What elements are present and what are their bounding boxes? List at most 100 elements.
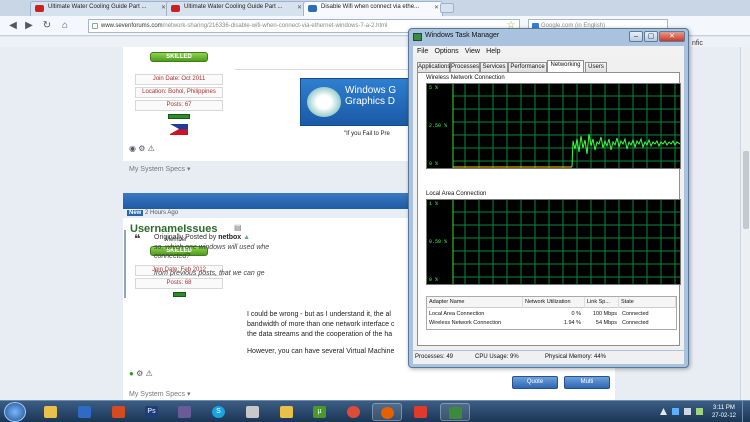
close-button[interactable]: ✕ [659,31,685,42]
sevenforums-favicon-icon [308,5,317,12]
taskbar-app-sound[interactable] [170,403,200,421]
taskbar-app-explorer[interactable] [36,403,66,421]
maximize-button[interactable]: ▢ [644,31,658,42]
adapter-state: Connected [622,311,649,317]
local-area-network-graph: 1 % 0.50 % 0 % [426,199,681,285]
post-text-line: I could be wrong - but as I understand i… [247,311,391,318]
advertisement-banner[interactable]: Windows G Graphics D [300,78,410,126]
network-tray-icon[interactable] [672,408,679,415]
column-adapter-name[interactable]: Adapter Name [427,297,523,308]
taskbar-app-utility[interactable] [104,403,134,421]
reload-icon[interactable]: ↻ [40,19,54,33]
show-desktop-button[interactable] [742,401,750,422]
reputation-icon[interactable]: ⚙ [138,144,145,153]
quote-author-name[interactable]: netbox [218,234,241,241]
adapter-utilization: 1.94 % [563,320,581,326]
axis-mid: 0.50 % [429,239,448,245]
clock-date: 27-02-12 [711,413,736,419]
system-specs-link[interactable]: My System Specs ▾ [129,165,190,173]
skype-icon: S [212,406,225,418]
post-status-icons: ◉ ⚙ ⚠ [129,144,155,153]
firefox-icon [381,407,394,419]
column-network-utilization[interactable]: Network Utilization [523,297,585,308]
view-post-icon[interactable]: ▲ [243,234,250,241]
clock-time: 3:11 PM [713,405,735,411]
graph-label-wireless: Wireless Network Connection [426,75,505,81]
new-post-badge: New [127,210,144,216]
join-date: Join Date: Oct 2011 [135,74,223,85]
system-specs-link[interactable]: My System Specs ▾ [129,390,190,398]
windows-logo-icon [307,87,341,117]
taskbar-app-explorer-2[interactable] [272,403,302,421]
scrollbar-thumb[interactable] [743,151,749,229]
downloader-icon [414,406,427,418]
taskbar-app-mail[interactable] [238,403,268,421]
folder-icon [280,406,293,418]
windows-taskbar: Ps S µ 3:11 PM 27-02-12 [0,400,750,422]
adapter-speed: 100 Mbps [592,311,617,317]
new-tab-button[interactable] [440,3,454,13]
taskbar-clock[interactable]: 3:11 PM 27-02-12 [712,404,736,420]
tab-label: Ultimate Water Cooling Guide Part ... [48,4,147,10]
multi-quote-button[interactable]: Multi [564,376,610,389]
axis-min: 0 % [429,161,439,167]
url-host: www.sevenforums.com [101,23,163,29]
task-manager-window[interactable]: Windows Task Manager – ▢ ✕ File Options … [408,28,689,368]
post-text-line: However, you can have several Virtual Ma… [247,348,395,355]
show-hidden-icons-icon[interactable] [660,408,667,415]
taskbar-app-photoshop[interactable]: Ps [137,403,167,421]
quote-line: from previous posts, that we can ge [154,270,265,277]
reputation-icon[interactable]: ⚙ [136,369,143,378]
column-link-speed[interactable]: Link Sp... [585,297,619,308]
quote-author: Originally Posted by netbox ▲ [154,234,251,241]
graph-label-lan: Local Area Connection [426,191,487,197]
online-status-icon: ● [129,369,134,378]
clipped-page-text: nfic [692,40,703,47]
quote-button[interactable]: Quote [512,376,558,389]
online-status-icon: ◉ [129,144,136,153]
close-tab-icon[interactable]: ✕ [434,4,439,11]
browser-tab-disable-wifi[interactable]: Disable Wifi when connect via ethe... ✕ [303,1,443,16]
column-state[interactable]: State [619,297,676,308]
adapter-utilization: 0 % [571,311,581,317]
user-info-panel: SKILLED Join Date: Oct 2011 Location: Bo… [131,51,227,137]
menu-help[interactable]: Help [486,46,500,57]
taskbar-app-task-manager[interactable] [440,403,470,421]
utility-icon [112,406,125,418]
volume-tray-icon[interactable] [684,408,691,415]
status-physical-memory: Physical Memory: 44% [545,354,607,360]
menu-file[interactable]: File [417,46,428,57]
quote-block: ❝ Originally Posted by netbox ▲ so, whic… [124,230,384,298]
minimize-button[interactable]: – [629,31,643,42]
post-status-icons: ● ⚙ ⚠ [129,369,153,378]
taskbar-app-downloader[interactable] [406,403,436,421]
battery-tray-icon[interactable] [696,408,703,415]
skilled-badge: SKILLED [150,52,208,62]
adapter-name: Local Area Connection [429,311,485,317]
taskbar-app-media[interactable] [70,403,100,421]
page-scrollbar[interactable] [740,47,750,400]
menu-options[interactable]: Options [435,46,459,57]
taskbar-app-skype[interactable]: S [204,403,234,421]
browser-tab-water-cooling-1[interactable]: Ultimate Water Cooling Guide Part ... ✕ [30,1,170,16]
status-bar: Processes: 49 CPU Usage: 9% Physical Mem… [413,351,684,364]
back-icon[interactable]: ◀ [6,19,20,33]
status-processes: Processes: 49 [415,354,454,360]
taskbar-app-utorrent[interactable]: µ [305,403,335,421]
report-post-icon[interactable]: ⚠ [148,144,155,153]
taskbar-app-chrome[interactable] [339,403,369,421]
quote-line: so, which one windows will used whe [154,244,270,251]
forward-icon[interactable]: ▶ [22,19,36,33]
start-button[interactable] [4,402,26,422]
lan-graph-canvas [452,200,680,284]
browser-tab-water-cooling-2[interactable]: Ultimate Water Cooling Guide Part ... ✕ [166,1,306,16]
axis-mid: 2.50 % [429,123,448,129]
close-tab-icon[interactable]: ✕ [297,4,302,11]
taskbar-app-firefox[interactable] [372,403,402,421]
home-icon[interactable]: ⌂ [58,19,72,33]
axis-min: 0 % [429,277,439,283]
youtube-favicon-icon [171,5,180,12]
report-post-icon[interactable]: ⚠ [145,369,152,378]
audio-app-icon [178,406,191,418]
menu-view[interactable]: View [465,46,480,57]
